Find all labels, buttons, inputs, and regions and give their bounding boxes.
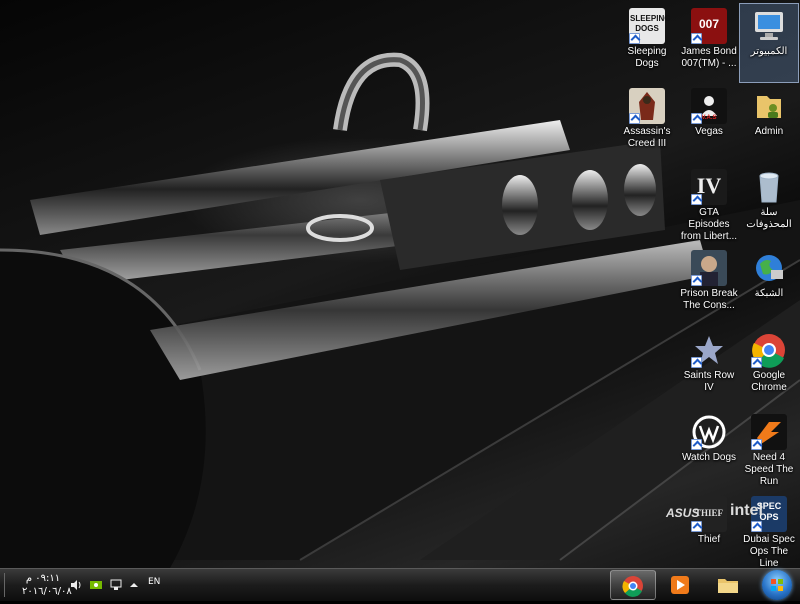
system-tray: ٠٩:١١ م ٢٠١٦/٠٦/٠٨ EN xyxy=(0,569,170,601)
chrome-icon xyxy=(622,576,643,597)
network-tray-icon[interactable] xyxy=(110,579,122,591)
computer-icon xyxy=(751,8,787,44)
desktop-icon-james-bond[interactable]: 007 James Bond 007(TM) - ... xyxy=(678,4,740,82)
shortcut-arrow-icon xyxy=(691,521,702,532)
windows-orb-icon[interactable] xyxy=(762,570,792,600)
taskbar-explorer-button[interactable] xyxy=(706,570,752,600)
desktop-icon-computer[interactable]: الكمبيوتر xyxy=(739,3,799,83)
shortcut-arrow-icon xyxy=(691,275,702,286)
clock-time[interactable]: ٠٩:١١ م xyxy=(22,573,64,584)
desktop-icon-label: GTA Episodes from Libert... xyxy=(680,207,738,242)
assassins-creed-icon xyxy=(629,88,665,124)
shortcut-arrow-icon xyxy=(691,357,702,368)
desktop-icon-vegas[interactable]: V.A.S Vegas xyxy=(678,84,740,162)
shortcut-arrow-icon xyxy=(691,113,702,124)
nvidia-icon[interactable] xyxy=(90,579,102,591)
desktop-icon-admin[interactable]: Admin xyxy=(740,84,798,162)
desktop-icon-sleeping-dogs[interactable]: SLEEPING DOGS Sleeping Dogs xyxy=(618,4,676,82)
desktop-icon-gta[interactable]: IV GTA Episodes from Libert... xyxy=(678,165,740,243)
desktop-icon-label: Vegas xyxy=(695,126,723,137)
intel-watermark: intel xyxy=(730,502,763,519)
desktop-icon-need-for-speed[interactable]: Need 4 Speed The Run xyxy=(740,410,798,488)
desktop-icon-assassins-creed[interactable]: Assassin's Creed III xyxy=(618,84,676,162)
recycle-bin-icon xyxy=(751,169,787,205)
shortcut-arrow-icon xyxy=(751,521,762,532)
desktop-icon-label: Saints Row IV xyxy=(683,370,735,393)
saints-row-icon xyxy=(691,332,727,368)
desktop-icon-chrome[interactable]: Google Chrome xyxy=(740,328,798,406)
taskbar-chrome-button[interactable] xyxy=(610,570,656,600)
prison-break-icon xyxy=(691,250,727,286)
shortcut-arrow-icon xyxy=(629,33,640,44)
desktop-icon-label: الكمبيوتر xyxy=(750,46,788,57)
folder-icon xyxy=(718,579,738,593)
shortcut-arrow-icon xyxy=(691,33,702,44)
taskbar-media-player-button[interactable] xyxy=(658,570,704,600)
shortcut-arrow-icon xyxy=(691,439,702,450)
desktop-icon-recycle-bin[interactable]: سلة المحذوفات xyxy=(740,165,798,243)
user-folder-icon xyxy=(751,88,787,124)
desktop-icon-watch-dogs[interactable]: Watch Dogs xyxy=(678,410,740,488)
desktop-icon-label: Dubai Spec Ops The Line xyxy=(743,534,795,569)
desktop-icon-label: Sleeping Dogs xyxy=(627,46,667,69)
desktop-icon-label: Need 4 Speed The Run xyxy=(744,452,794,487)
volume-icon[interactable] xyxy=(70,579,82,591)
clock-date[interactable]: ٢٠١٦/٠٦/٠٨ xyxy=(22,586,72,597)
desktop-icon-prison-break[interactable]: Prison Break The Cons... xyxy=(678,246,740,324)
desktop-icon-network[interactable]: الشبكة xyxy=(740,246,798,324)
desktop-icon-label: Watch Dogs xyxy=(681,452,737,463)
shortcut-arrow-icon xyxy=(751,439,762,450)
vegas-icon: V.A.S xyxy=(691,88,727,124)
network-icon xyxy=(751,250,787,286)
chrome-icon xyxy=(751,332,787,368)
gta-icon: IV xyxy=(691,169,727,205)
show-desktop-button[interactable] xyxy=(4,573,11,597)
sleeping-dogs-icon: SLEEPING DOGS xyxy=(629,8,671,44)
desktop-icon-label: الشبكة xyxy=(754,288,784,299)
bond-logo-text: 007 xyxy=(698,17,720,31)
desktop-icon-label: Thief xyxy=(697,534,721,545)
desktop-icon-saints-row[interactable]: Saints Row IV xyxy=(678,328,740,406)
shortcut-arrow-icon xyxy=(629,113,640,124)
shortcut-arrow-icon xyxy=(751,357,762,368)
james-bond-icon: 007 xyxy=(691,8,727,44)
asus-watermark: ASUS xyxy=(666,506,700,520)
desktop-icon-label: James Bond 007(TM) - ... xyxy=(681,46,737,69)
watch-dogs-icon xyxy=(691,414,727,450)
desktop-icon-label: سلة المحذوفات xyxy=(746,207,792,230)
shortcut-arrow-icon xyxy=(691,194,702,205)
media-player-icon xyxy=(671,576,689,594)
show-hidden-icons-icon[interactable] xyxy=(128,579,140,591)
sleeping-dogs-logo-text: SLEEPING DOGS xyxy=(630,14,671,33)
desktop-icon-label: Admin xyxy=(754,126,784,137)
taskbar: ٠٩:١١ م ٢٠١٦/٠٦/٠٨ EN xyxy=(0,568,800,601)
desktop-icon-label: Google Chrome xyxy=(751,370,787,393)
language-indicator[interactable]: EN xyxy=(148,577,160,587)
desktop-icon-label: Prison Break The Cons... xyxy=(680,288,738,311)
desktop-icon-label: Assassin's Creed III xyxy=(623,126,671,149)
need-for-speed-icon xyxy=(751,414,787,450)
